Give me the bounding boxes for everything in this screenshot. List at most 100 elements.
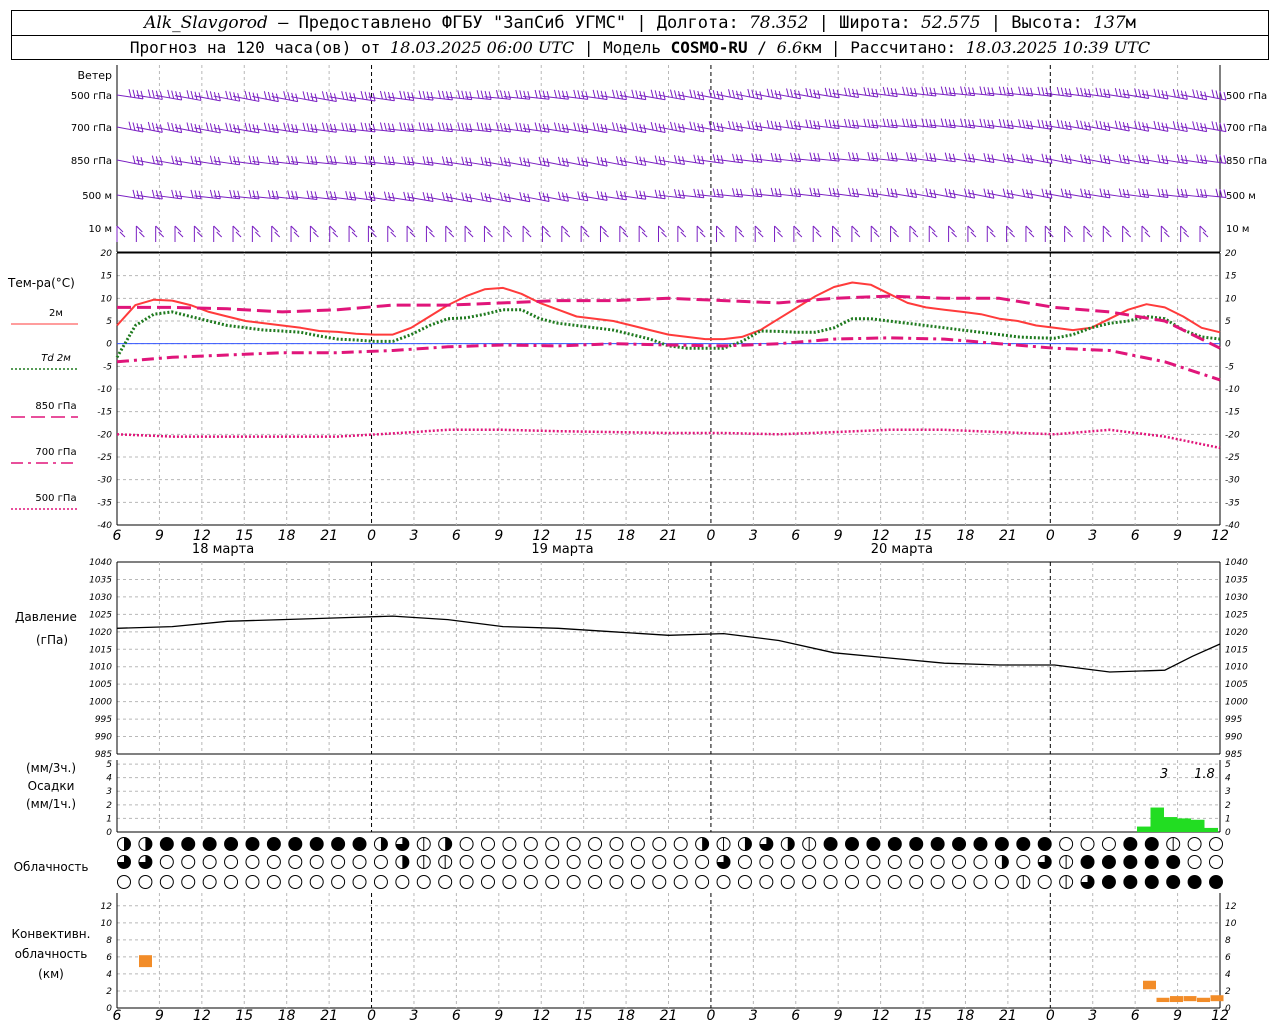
wind-barb-feather	[867, 87, 871, 96]
precip-tick: 0	[106, 828, 112, 838]
wind-barb-feather	[1064, 225, 1071, 233]
wind-barb-feather	[499, 156, 503, 165]
wind-barb-feather	[147, 121, 151, 131]
wind-barb-feather	[429, 231, 435, 238]
wind-barb-feather	[461, 122, 465, 131]
wind-barb	[271, 91, 299, 103]
cloud-symbol-circle	[1144, 875, 1159, 889]
pressure-tick-right: 1040	[1225, 558, 1248, 568]
wind-barb-feather	[329, 225, 337, 233]
wind-barb-feather	[119, 231, 126, 238]
precip-tick: 1	[106, 814, 112, 824]
wind-barb	[445, 90, 473, 101]
wind-barb-feather	[360, 122, 364, 131]
cloud-symbol	[973, 875, 988, 889]
precip-tick: 5	[106, 760, 112, 770]
wind-barb-feather	[391, 192, 395, 201]
wind-barb	[541, 225, 551, 242]
wind-barb-feather	[1002, 86, 1006, 96]
wind-barb-feather	[1068, 121, 1072, 130]
wind-barb-feather	[1105, 231, 1112, 238]
wind-barb-feather	[759, 188, 763, 197]
wind-barb-feather	[1157, 121, 1161, 130]
cloud-symbol-circle	[1166, 855, 1181, 869]
cloud-symbol	[309, 875, 324, 889]
wind-barb-feather	[928, 225, 936, 233]
wind-barb	[213, 155, 241, 166]
cloud-symbol	[845, 837, 859, 851]
wind-barb-feather	[848, 187, 852, 196]
cloud-symbol	[716, 875, 731, 889]
wind-barb-feather	[933, 153, 937, 162]
cloud-symbol	[673, 855, 688, 869]
cloud-symbol-circle	[352, 837, 367, 851]
wind-barb-feather	[944, 86, 948, 96]
cloud-symbol	[1016, 875, 1031, 889]
temperature-tick-right: 0	[1225, 340, 1231, 350]
wind-barb-feather	[364, 191, 368, 200]
wind-barb-feather	[411, 193, 415, 202]
cloud-symbol	[416, 837, 431, 851]
wind-barb-feather	[244, 122, 248, 131]
cloud-symbol-circle	[780, 855, 795, 869]
cloud-symbol	[737, 855, 752, 869]
wind-barb	[290, 225, 300, 242]
wind-barb-feather	[353, 191, 357, 201]
wind-barb-feather	[515, 122, 519, 131]
wind-barb-feather	[948, 87, 952, 96]
hour-tick-label-bottom: 15	[235, 1008, 253, 1024]
cloud-symbol	[416, 875, 431, 889]
wind-barb-feather	[171, 122, 175, 132]
wind-barb-feather	[557, 90, 561, 99]
wind-barb-feather	[925, 86, 929, 96]
wind-barb-feather	[205, 90, 209, 99]
temperature-legend-label: 850 гПа	[35, 401, 76, 412]
cloud-symbol-circle	[202, 837, 217, 851]
wind-barb-feather	[353, 156, 357, 165]
wind-barb-feather	[383, 91, 387, 100]
wind-barb-feather	[325, 190, 329, 199]
wind-barb	[1025, 119, 1053, 130]
wind-barb-feather	[403, 191, 407, 201]
wind-barb-feather	[422, 191, 426, 201]
wind-barb-feather	[1030, 87, 1034, 97]
wind-barb-feather	[1211, 121, 1215, 130]
hour-tick-label: 6	[452, 528, 461, 544]
wind-barb-feather	[1199, 225, 1207, 233]
hour-tick-label: 9	[834, 528, 843, 544]
temperature-tick-right: 5	[1225, 317, 1231, 327]
cloud-symbol	[481, 875, 495, 889]
wind-barb	[310, 91, 337, 102]
wind-barb	[871, 118, 898, 129]
hour-tick-label-bottom: 15	[914, 1008, 932, 1024]
cloud-symbol-circle	[224, 855, 239, 869]
wind-barb-feather	[390, 231, 397, 238]
wind-barb	[213, 225, 223, 242]
wind-barb-feather	[658, 225, 665, 233]
wind-barb-feather	[631, 122, 635, 131]
wind-barb-feather	[256, 190, 260, 199]
wind-barb-feather	[561, 90, 565, 99]
wind-barb-feather	[314, 191, 318, 200]
wind-barb-feather	[979, 118, 983, 127]
wind-barb-feather	[796, 231, 803, 238]
wind-barb	[1083, 120, 1111, 132]
wind-barb	[232, 189, 260, 200]
wind-barb-feather	[1083, 225, 1091, 233]
cloud-symbol-circle	[1101, 855, 1116, 869]
wind-barb-feather	[255, 231, 261, 238]
cloud-symbol	[288, 837, 303, 851]
cloud-symbol	[202, 855, 217, 869]
cloud-symbol-circle	[866, 837, 881, 851]
cloud-symbol-circle	[309, 875, 324, 889]
wind-barb	[1045, 119, 1072, 131]
cloud-symbol-circle	[352, 875, 367, 889]
cloud-symbol	[1166, 855, 1181, 869]
wind-barb-feather	[503, 90, 507, 100]
wind-barb-feather	[577, 90, 581, 99]
wind-barb-feather	[716, 188, 720, 198]
wind-barb-feather	[372, 123, 376, 132]
wind-barb-feather	[290, 225, 298, 233]
cloud-symbol-circle	[1209, 837, 1223, 851]
wind-barb-feather	[1107, 89, 1111, 98]
